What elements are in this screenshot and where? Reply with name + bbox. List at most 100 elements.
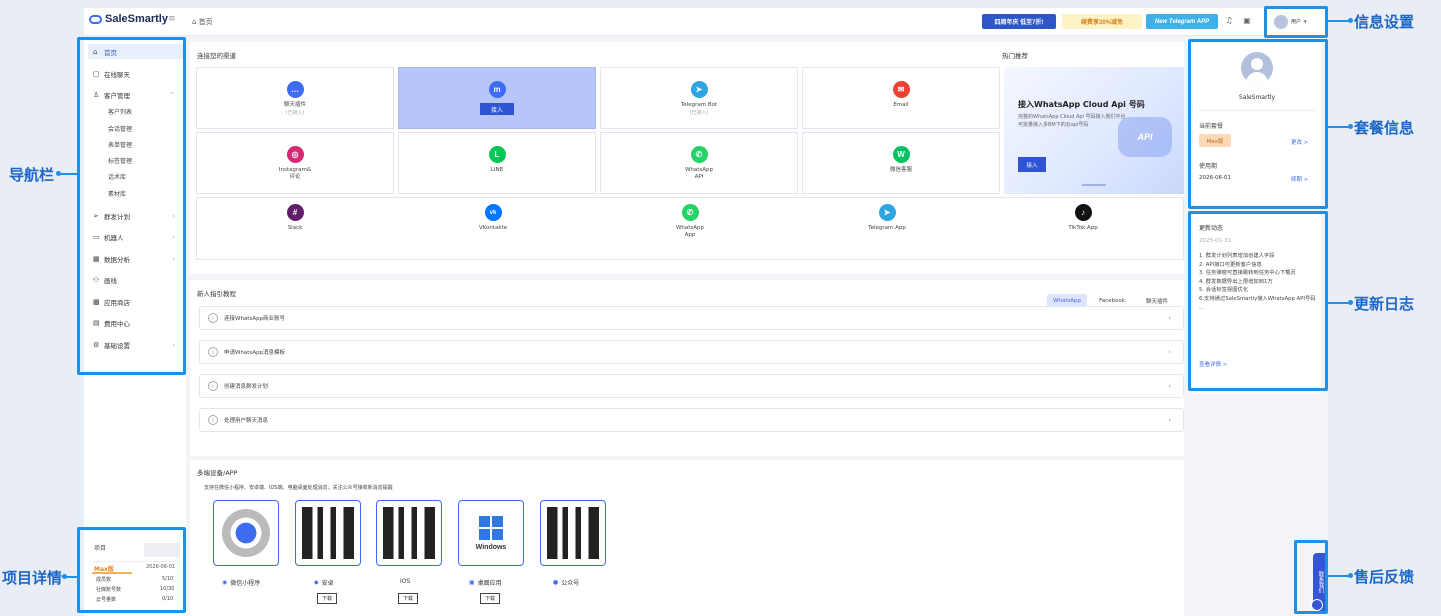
multi-title: 多端设备/APP (197, 469, 238, 477)
guide-item[interactable]: i 处理用户聊天消息 › (199, 408, 1184, 432)
ios-label: IOS (400, 578, 411, 585)
android-icon: ◆ (314, 579, 319, 586)
promo-desc: 完整的WhatsApp Cloud Api 号码接入我们平台可批量接入多BM下的… (1018, 114, 1126, 128)
slack-icon: # (286, 204, 304, 221)
windows-pane (492, 528, 503, 540)
channels-title: 连接您的渠道 (197, 52, 236, 60)
whatsapp-icon: ✆ (681, 204, 699, 221)
notification-bell-icon[interactable]: ♫ (1224, 16, 1234, 27)
guide-item[interactable]: i 申请WhatsApp消息模板 › (199, 340, 1184, 364)
channel-messenger[interactable]: m 接入 (398, 67, 596, 129)
annotation-label-feedback: 售后反馈 (1354, 569, 1415, 586)
official-account-qr[interactable] (540, 500, 606, 566)
desktop-label: ▣ 桌面应用 (469, 579, 502, 587)
windows-label: Windows (475, 543, 507, 551)
multi-desc: 支持在微信小程序、安卓端、IOS端、电脑桌面处理消息；关注公众号接收新消息提醒 (204, 485, 393, 491)
renewal-banner[interactable]: 续费享30%减免 (1062, 14, 1142, 29)
guide-item[interactable]: i 连接WhatsApp商业账号 › (199, 306, 1184, 330)
carousel-dots[interactable] (1082, 184, 1106, 186)
ios-qr[interactable] (376, 500, 442, 566)
annotation-dot (62, 574, 67, 579)
qr-code-icon (383, 507, 435, 559)
channel-whatsapp-app[interactable]: ✆ WhatsApp App (591, 204, 789, 254)
messenger-icon: m (488, 81, 506, 98)
channel-slack[interactable]: # Slack (196, 204, 394, 254)
annotation-box-info (1264, 6, 1328, 38)
miniprogram-code-icon (222, 509, 270, 557)
desktop-icon: ▣ (469, 579, 475, 586)
annotation-connector (58, 173, 78, 175)
info-icon: i (208, 313, 218, 323)
logo-icon (89, 14, 102, 24)
windows-icon (479, 515, 503, 540)
channel-instagram[interactable]: ◎ Instagram& 评论 (196, 132, 394, 194)
telegram-icon: ➤ (878, 204, 896, 221)
qr-code-icon (547, 507, 599, 559)
anniversary-banner[interactable]: 四周年庆 低至7折! (982, 14, 1056, 29)
channel-whatsapp-api[interactable]: ✆ WhatsApp API (600, 132, 798, 194)
channel-vkontakte[interactable]: vk VKontakte (394, 204, 592, 254)
annotation-label-info: 信息设置 (1354, 14, 1415, 31)
tiktok-icon: ♪ (1074, 204, 1092, 221)
channel-telegram-bot[interactable]: ➤ Telegram Bot (已接入) (600, 67, 798, 129)
vk-icon: vk (484, 204, 502, 221)
desktop-download-button[interactable]: 下载 (480, 593, 500, 604)
email-icon: ✉ (892, 81, 910, 98)
annotation-dot (1348, 18, 1353, 23)
windows-pane (492, 515, 503, 527)
telegram-icon: ➤ (690, 81, 708, 98)
channel-telegram-app[interactable]: ➤ Telegram App (788, 204, 986, 254)
wechat-official-icon: ● (553, 579, 559, 586)
promo-label: 热门推荐 (1002, 52, 1028, 60)
android-label: ◆ 安卓 (314, 579, 334, 587)
annotation-box-log (1188, 211, 1328, 391)
windows-pane (479, 515, 490, 527)
annotation-box-project (77, 527, 186, 613)
chevron-right-icon: › (1168, 348, 1171, 356)
channel-line[interactable]: L LINE (398, 132, 596, 194)
info-icon: i (208, 415, 218, 425)
wechat-miniprogram-qr[interactable] (213, 500, 279, 566)
chevron-right-icon: › (1168, 314, 1171, 322)
annotation-box-nav (77, 37, 186, 375)
app-window: SaleSmartly ≡ ⌂ 首页 四周年庆 低至7折! 续费享30%减免 N… (84, 8, 1328, 616)
miniprogram-label: ◉ 微信小程序 (222, 579, 261, 587)
logo[interactable]: SaleSmartly (89, 13, 168, 25)
line-icon: L (488, 146, 506, 163)
api-cloud-icon: API (1118, 117, 1172, 157)
annotation-label-nav: 导航栏 (9, 167, 55, 184)
annotation-box-feedback (1294, 540, 1328, 614)
promo-banner[interactable]: 接入WhatsApp Cloud Api 号码 完整的WhatsApp Clou… (1004, 67, 1184, 194)
chevron-right-icon: › (1168, 416, 1171, 424)
android-qr[interactable] (295, 500, 361, 566)
menu-toggle-icon[interactable]: ≡ (168, 14, 176, 24)
whatsapp-icon: ✆ (690, 146, 708, 163)
channel-chat-plugin[interactable]: … 聊天插件 (已接入) (196, 67, 394, 129)
official-account-label: ● 公众号 (553, 579, 580, 587)
calendar-icon[interactable]: ▣ (1242, 16, 1252, 27)
miniprogram-icon: ◉ (222, 579, 228, 586)
windows-pane (479, 528, 490, 540)
top-bar: SaleSmartly ≡ ⌂ 首页 四周年庆 低至7折! 续费享30%减免 N… (84, 8, 1328, 36)
wechat-icon: W (892, 146, 910, 163)
annotation-dot (1348, 573, 1353, 578)
ios-download-button[interactable]: 下载 (398, 593, 418, 604)
qr-code-icon (302, 507, 354, 559)
chat-plugin-icon: … (286, 81, 304, 98)
breadcrumb[interactable]: ⌂ 首页 (192, 17, 213, 27)
connect-button[interactable]: 接入 (480, 103, 514, 115)
info-icon: i (208, 381, 218, 391)
android-download-button[interactable]: 下载 (317, 593, 337, 604)
chevron-right-icon: › (1168, 382, 1171, 390)
guide-item[interactable]: i 创建消息群发计划 › (199, 374, 1184, 398)
annotation-dot (1348, 300, 1353, 305)
telegram-banner[interactable]: New Telegram APP (1146, 14, 1218, 29)
channel-wechat[interactable]: W 微信客服 (802, 132, 1000, 194)
promo-heading: 接入WhatsApp Cloud Api 号码 (1018, 100, 1145, 109)
guide-title: 新人指引教程 (197, 290, 236, 298)
promo-connect-button[interactable]: 接入 (1018, 157, 1046, 172)
annotation-label-project: 项目详情 (2, 570, 63, 587)
channel-email[interactable]: ✉ Email (802, 67, 1000, 129)
windows-app-box[interactable]: Windows (458, 500, 524, 566)
channel-tiktok[interactable]: ♪ TikTok App (984, 204, 1182, 254)
